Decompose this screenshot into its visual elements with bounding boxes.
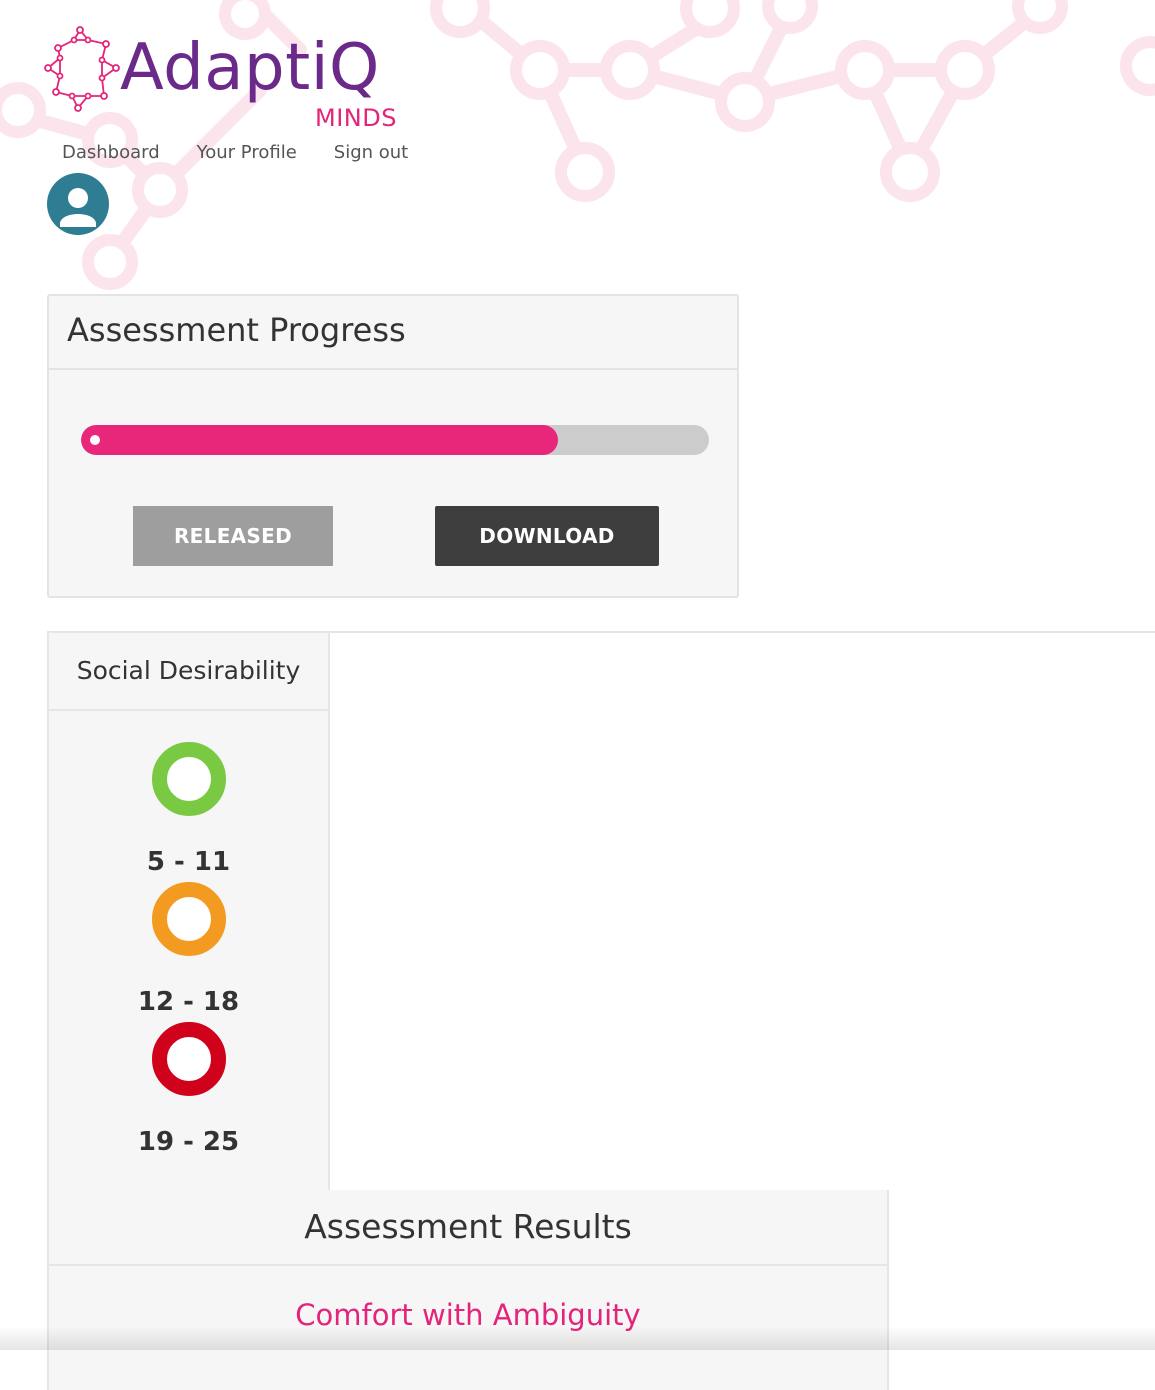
range-label-medium: 12 - 18 [137,987,240,1017]
brand-subtitle: MINDS [315,104,397,132]
brand-logo[interactable]: AdaptiQ MINDS [44,26,414,136]
brand-name: AdaptiQ [120,31,380,105]
nav-dashboard-link[interactable]: Dashboard [62,140,160,166]
progress-bar-fill [81,425,559,455]
user-avatar-icon[interactable] [47,173,109,235]
nav-your-profile-link[interactable]: Your Profile [197,140,297,166]
social-desirability-title: Social Desirability [76,656,301,685]
progress-bar-marker [90,435,100,445]
molecule-icon [44,26,120,112]
scroll-shadow [0,1326,1155,1350]
top-nav: Dashboard Your Profile Sign out [62,140,445,166]
green-ring-icon [152,742,226,816]
download-button[interactable]: DOWNLOAD [435,506,659,566]
assessment-progress-panel: Assessment Progress RELEASED DOWNLOAD [47,294,739,598]
progress-bar [81,425,709,455]
social-desirability-header: Social Desirability [49,633,328,711]
range-label-high: 19 - 25 [137,1127,240,1157]
social-desirability-panel: Social Desirability 5 - 11 12 - 18 19 - … [47,631,330,1193]
range-label-low: 5 - 11 [146,847,231,877]
released-button[interactable]: RELEASED [133,506,333,566]
progress-panel-title: Assessment Progress [67,311,406,349]
results-panel-title: Assessment Results [304,1207,632,1246]
nav-sign-out-link[interactable]: Sign out [334,140,408,166]
red-ring-icon [152,1022,226,1096]
assessment-results-panel: Assessment Results Comfort with Ambiguit… [47,1190,889,1390]
orange-ring-icon [152,882,226,956]
results-panel-header: Assessment Results [49,1190,887,1266]
divider [330,631,1155,633]
progress-panel-header: Assessment Progress [49,296,737,370]
